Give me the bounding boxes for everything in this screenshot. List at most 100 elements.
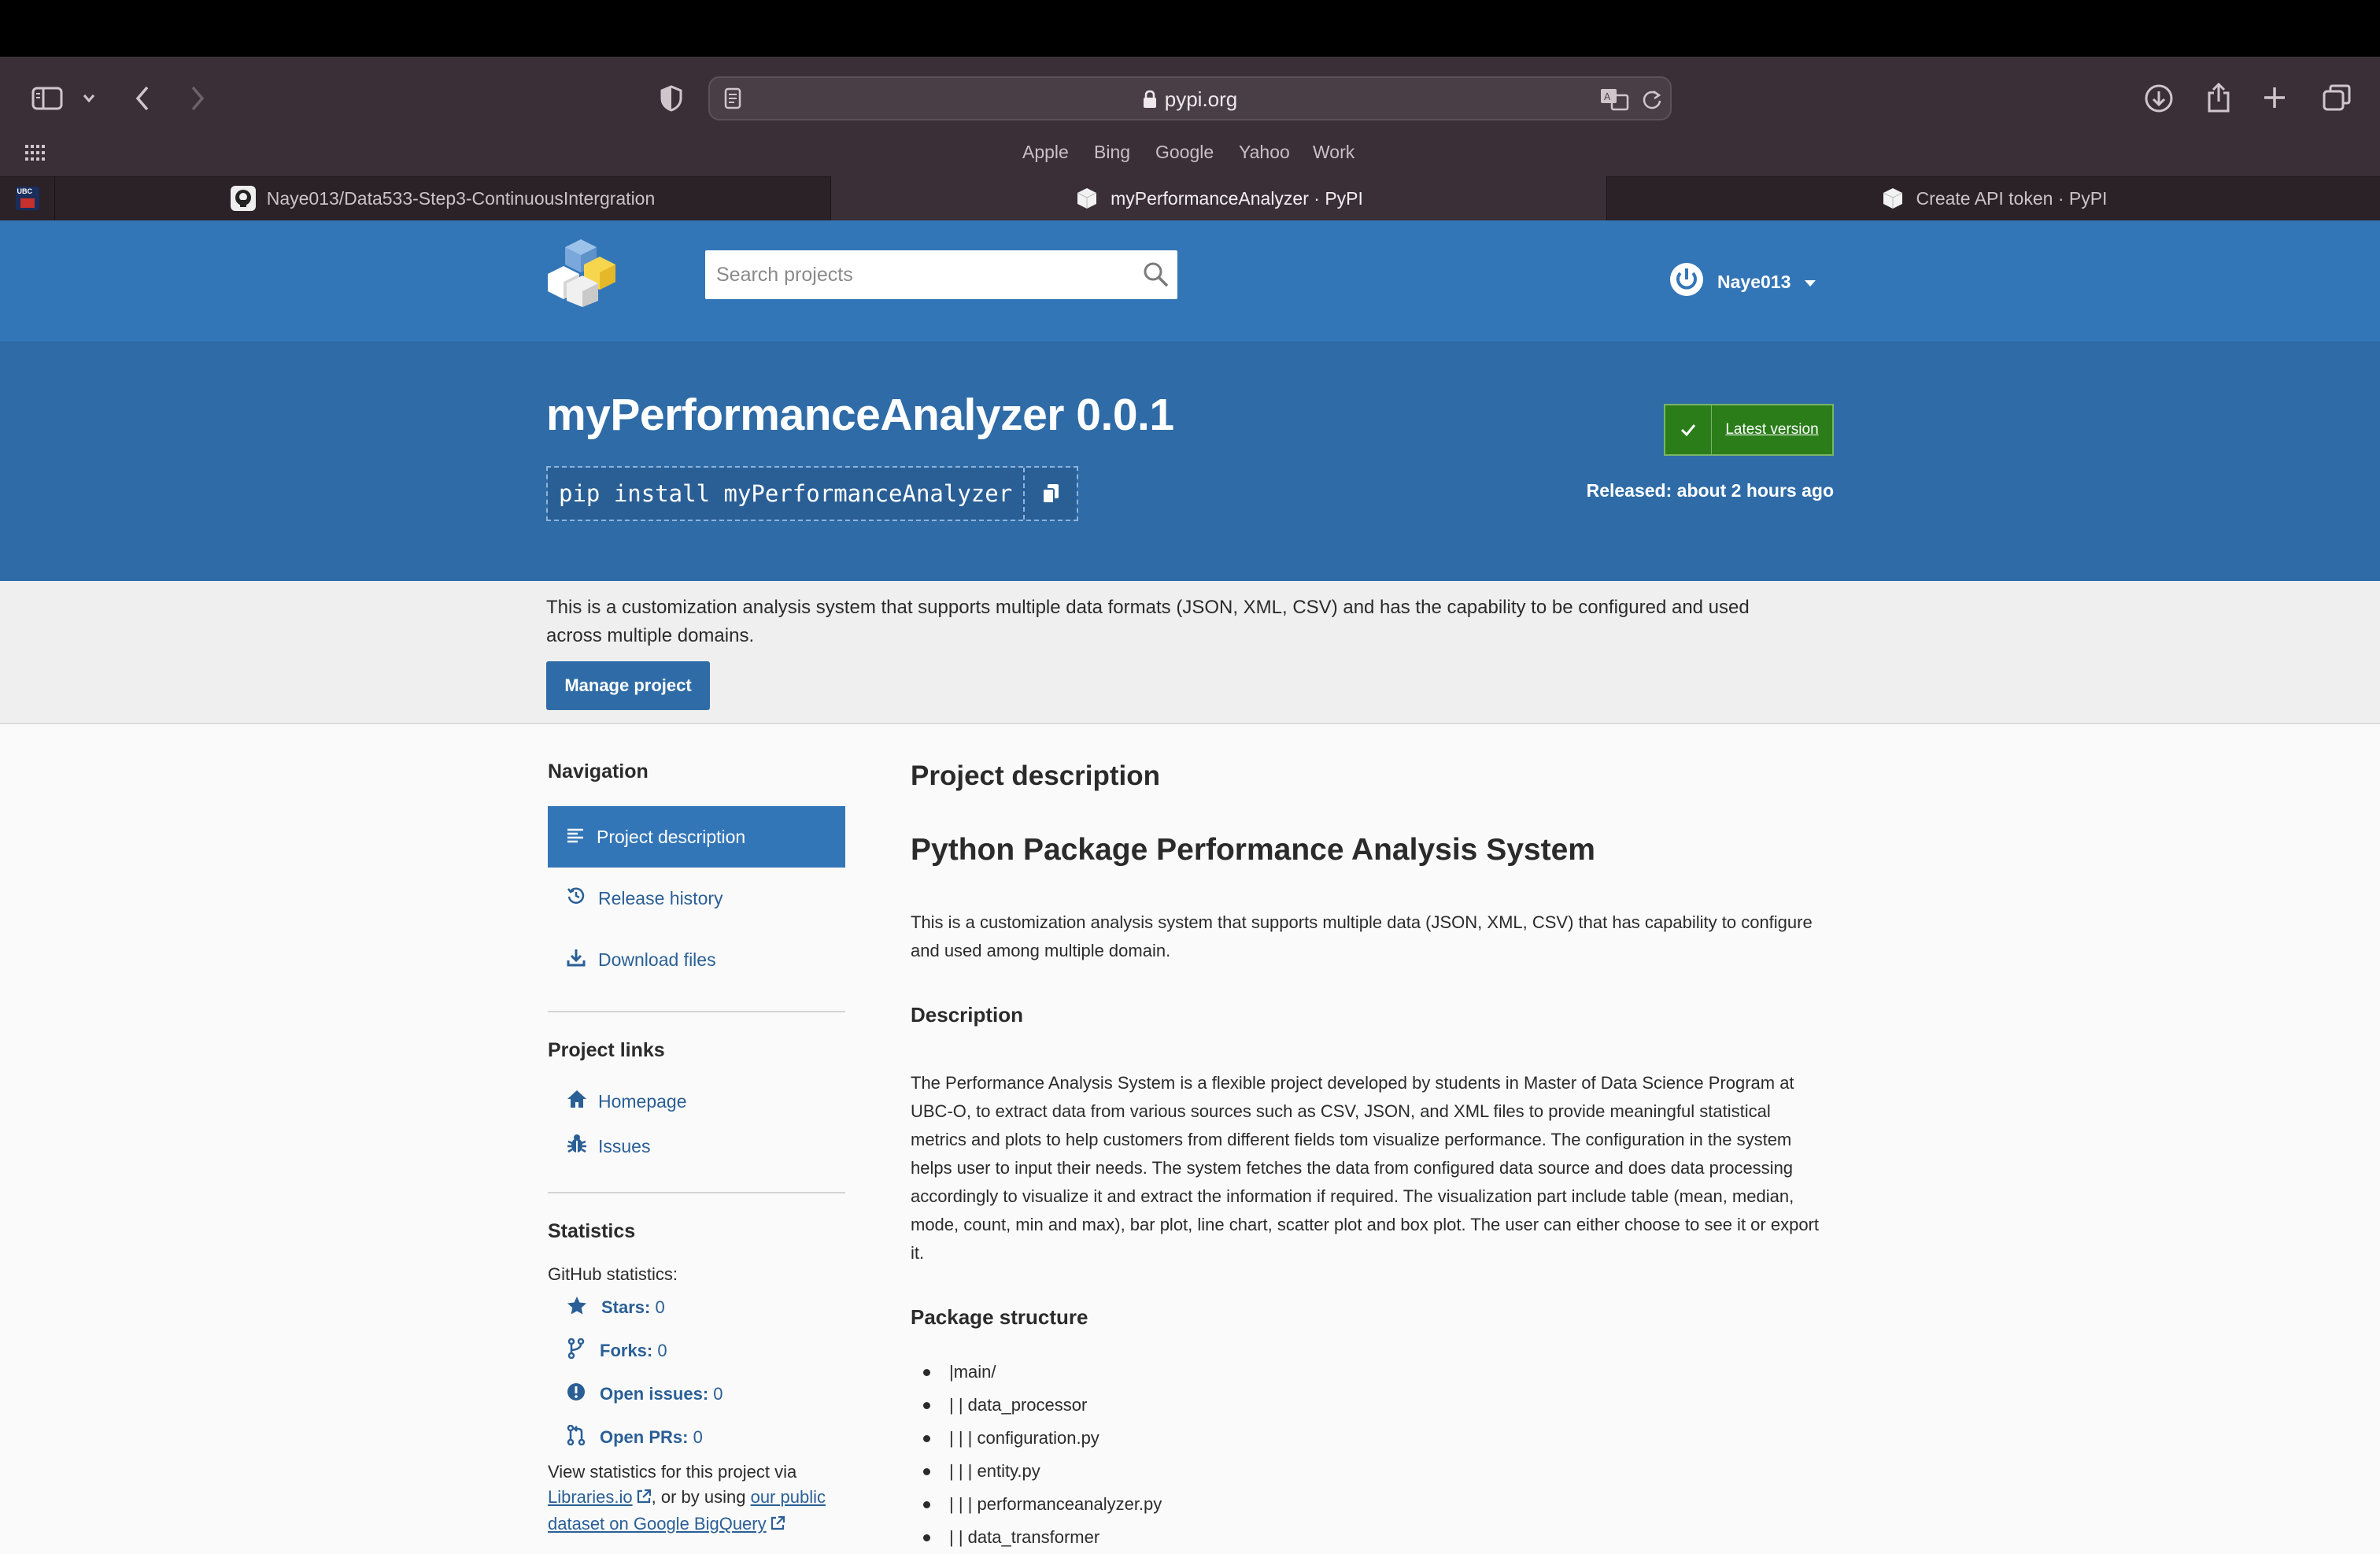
view-statistics-text: View statistics for this project via Lib… xyxy=(548,1460,855,1538)
pip-command[interactable]: pip install myPerformanceAnalyzer xyxy=(548,468,1026,520)
forks-stat[interactable]: Forks: 0 xyxy=(567,1338,667,1363)
align-left-icon xyxy=(567,827,584,848)
stat-value: 0 xyxy=(655,1297,665,1317)
tab-github[interactable]: Naye013/Data533-Step3-ContinuousIntergra… xyxy=(55,176,831,220)
search-form xyxy=(705,250,1177,299)
latest-version-link[interactable]: Latest version xyxy=(1712,405,1832,454)
nav-label: Release history xyxy=(598,887,723,908)
svg-text:A: A xyxy=(1604,91,1611,102)
new-tab-icon[interactable] xyxy=(2262,85,2287,110)
github-statistics-label: GitHub statistics: xyxy=(548,1264,678,1284)
package-summary: This is a customization analysis system … xyxy=(546,597,1750,646)
sidebar-divider xyxy=(548,1192,845,1193)
stat-label: Open issues: xyxy=(600,1384,709,1404)
sidebar-toggle-icon[interactable] xyxy=(31,87,63,110)
tab-overview-icon[interactable] xyxy=(2322,83,2352,112)
package-title: myPerformanceAnalyzer 0.0.1 xyxy=(546,390,1174,440)
open-issues-stat[interactable]: Open issues: 0 xyxy=(567,1382,723,1406)
stars-stat[interactable]: Stars: 0 xyxy=(567,1296,665,1319)
exclamation-circle-icon xyxy=(567,1382,586,1406)
list-item: | | | configuration.py xyxy=(911,1422,1162,1455)
translate-icon[interactable]: A xyxy=(1599,87,1631,111)
description-heading: Description xyxy=(911,1003,1024,1027)
list-item: | | data_transformer xyxy=(911,1521,1162,1554)
manage-project-button[interactable]: Manage project xyxy=(546,661,710,710)
history-icon xyxy=(567,886,586,910)
pypi-cube-icon xyxy=(1880,186,1905,211)
link-label: Issues xyxy=(598,1135,651,1156)
stat-label: Forks: xyxy=(600,1341,653,1360)
package-structure-list: |main/ | | data_processor | | | configur… xyxy=(911,1356,1162,1554)
privacy-shield-icon[interactable] xyxy=(660,85,683,112)
list-item: | | | performanceanalyzer.py xyxy=(911,1488,1162,1521)
nav-release-history[interactable]: Release history xyxy=(548,868,845,929)
back-icon[interactable] xyxy=(134,85,151,112)
favorite-work[interactable]: Work xyxy=(1313,142,1354,163)
tab-create-api-token[interactable]: Create API token · PyPI xyxy=(1607,176,2380,220)
package-banner xyxy=(0,342,2380,582)
favorite-bing[interactable]: Bing xyxy=(1094,142,1130,163)
copy-button[interactable] xyxy=(1025,468,1077,520)
search-icon[interactable] xyxy=(1143,261,1170,292)
project-description-heading: Project description xyxy=(911,760,1161,791)
readme-title: Python Package Performance Analysis Syst… xyxy=(911,833,1595,867)
list-item: | | | entity.py xyxy=(911,1455,1162,1488)
github-icon xyxy=(230,186,256,211)
tab-pypi-package[interactable]: myPerformanceAnalyzer · PyPI xyxy=(831,176,1607,220)
intro-paragraph: This is a customization analysis system … xyxy=(911,912,1813,960)
external-link-icon xyxy=(770,1513,785,1538)
caret-down-icon xyxy=(1803,272,1817,293)
homepage-link[interactable]: Homepage xyxy=(567,1090,687,1113)
package-structure-heading: Package structure xyxy=(911,1305,1088,1329)
code-fork-icon xyxy=(567,1338,586,1363)
home-icon xyxy=(567,1090,587,1113)
description-paragraph: The Performance Analysis System is a fle… xyxy=(911,1073,1819,1263)
libraries-io-link[interactable]: Libraries.io xyxy=(548,1487,633,1507)
bug-icon xyxy=(567,1134,587,1159)
pip-install-box: pip install myPerformanceAnalyzer xyxy=(546,466,1079,521)
url-display[interactable]: pypi.org xyxy=(710,87,1670,114)
nav-download-files[interactable]: Download files xyxy=(548,929,845,990)
stat-label: Stars: xyxy=(601,1297,651,1317)
stat-value: 0 xyxy=(657,1341,667,1360)
copy-icon xyxy=(1042,484,1059,504)
user-menu[interactable]: Naye013 xyxy=(1669,261,1817,302)
issues-link[interactable]: Issues xyxy=(567,1134,650,1159)
tab-label: Naye013/Data533-Step3-ContinuousIntergra… xyxy=(266,187,656,209)
link-label: Homepage xyxy=(598,1090,687,1112)
download-icon xyxy=(567,948,586,971)
share-icon[interactable] xyxy=(2205,82,2232,113)
tab-pinned-ubc[interactable]: UBC xyxy=(0,176,55,220)
nav-project-description[interactable]: Project description xyxy=(548,806,845,868)
list-item: | | data_processor xyxy=(911,1389,1162,1422)
pull-request-icon xyxy=(567,1424,586,1450)
latest-version-badge[interactable]: Latest version xyxy=(1664,404,1834,456)
search-input[interactable] xyxy=(705,250,1130,299)
ubc-logo-icon: UBC xyxy=(15,187,39,210)
chevron-down-icon[interactable] xyxy=(82,93,96,104)
favorite-google[interactable]: Google xyxy=(1155,142,1214,163)
tab-label: myPerformanceAnalyzer · PyPI xyxy=(1111,187,1363,209)
sidebar-divider xyxy=(548,1011,845,1012)
power-icon xyxy=(1669,261,1705,302)
nav-label: Project description xyxy=(597,826,746,847)
lock-icon xyxy=(1143,90,1157,114)
grid-icon[interactable] xyxy=(25,145,46,161)
release-date: Released: about 2 hours ago xyxy=(1586,480,1834,501)
nav-label: Download files xyxy=(598,949,716,970)
reload-icon[interactable] xyxy=(1642,88,1662,110)
username: Naye013 xyxy=(1717,271,1791,292)
external-link-icon xyxy=(636,1486,652,1511)
statistics-heading: Statistics xyxy=(548,1220,636,1242)
star-icon xyxy=(567,1296,587,1319)
forward-icon[interactable] xyxy=(189,85,206,112)
tab-label: Create API token · PyPI xyxy=(1916,187,2108,209)
favorite-apple[interactable]: Apple xyxy=(1022,142,1069,163)
address-bar[interactable]: pypi.org A xyxy=(708,76,1672,120)
pypi-logo[interactable] xyxy=(545,236,626,311)
favorite-yahoo[interactable]: Yahoo xyxy=(1239,142,1290,163)
pypi-cube-icon xyxy=(1074,186,1099,211)
downloads-icon[interactable] xyxy=(2144,83,2174,113)
open-prs-stat[interactable]: Open PRs: 0 xyxy=(567,1424,703,1450)
stat-value: 0 xyxy=(713,1384,723,1404)
